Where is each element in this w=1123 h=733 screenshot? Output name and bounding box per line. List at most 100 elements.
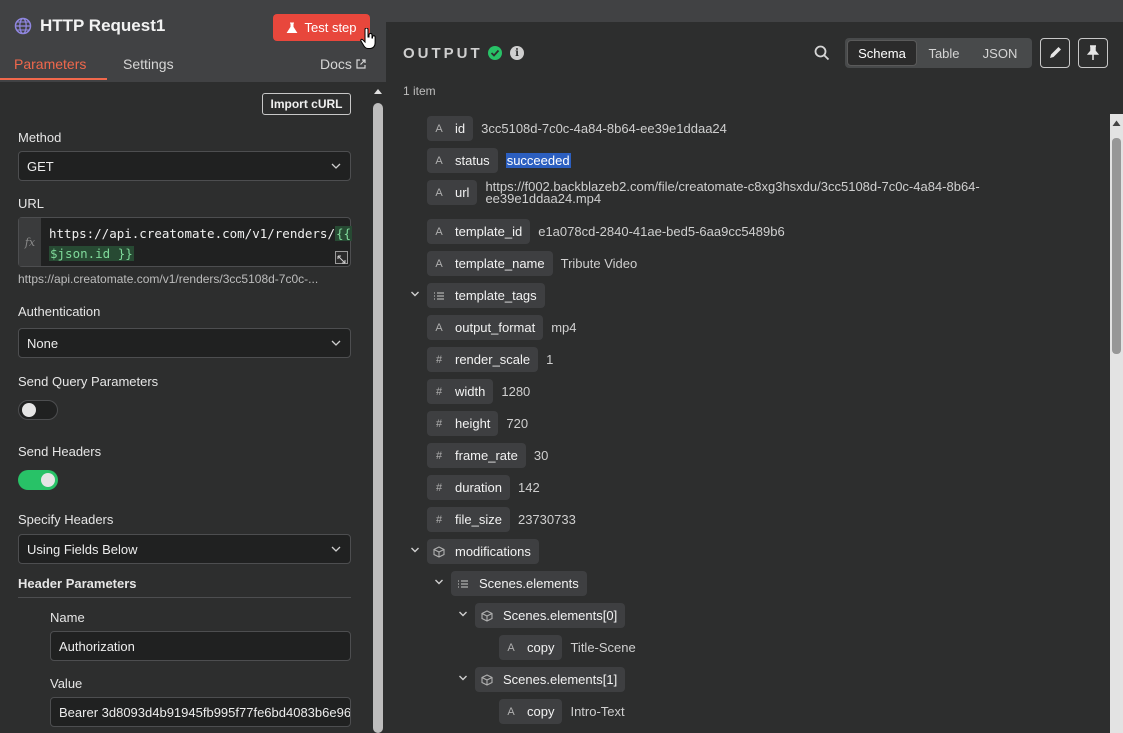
schema-key: height <box>455 416 491 431</box>
schema-key-pill[interactable]: # file_size <box>427 507 510 532</box>
schema-key: width <box>455 384 486 399</box>
url-resolved-preview: https://api.creatomate.com/v1/renders/3c… <box>18 272 319 286</box>
schema-value: 142 <box>517 480 540 495</box>
schema-row: # duration 142 <box>427 475 540 500</box>
schema-key-pill[interactable]: Scenes.elements[0] <box>475 603 626 628</box>
flask-icon <box>287 22 298 33</box>
send-headers-label: Send Headers <box>18 444 102 459</box>
schema-key-pill[interactable]: Scenes.elements[1] <box>475 667 626 692</box>
url-value-line2: ee39e1ddaa24.mp4 <box>485 191 602 206</box>
schema-key-pill[interactable]: # width <box>427 379 494 404</box>
schema-row: # file_size 23730733 <box>427 507 576 532</box>
chevron-down-icon[interactable] <box>458 609 468 619</box>
schema-key-pill[interactable]: Scenes.elements <box>451 571 587 596</box>
tab-settings[interactable]: Settings <box>123 56 174 72</box>
edit-output-button[interactable] <box>1040 38 1070 68</box>
view-table-button[interactable]: Table <box>919 38 969 68</box>
scroll-up-arrow-icon[interactable] <box>373 86 383 96</box>
schema-key-pill[interactable]: Acopy <box>499 699 563 724</box>
expand-editor-icon[interactable] <box>335 251 348 264</box>
schema-row: Atemplate_id e1a078cd-2840-41ae-bed5-6aa… <box>427 219 785 244</box>
tab-parameters[interactable]: Parameters <box>14 56 86 72</box>
schema-key-pill[interactable]: template_tags <box>427 283 545 308</box>
schema-row: template_tags <box>427 283 545 308</box>
schema-row: Aid 3cc5108d-7c0c-4a84-8b64-ee39e1ddaa24 <box>427 116 727 141</box>
url-code: https://api.creatomate.com/v1/renders/{{… <box>49 224 353 264</box>
method-select[interactable]: GET <box>18 151 351 181</box>
schema-row: Astatus succeeded <box>427 148 571 173</box>
schema-key-pill[interactable]: Atemplate_id <box>427 219 531 244</box>
active-tab-underline <box>0 78 107 80</box>
header-parameters-heading: Header Parameters <box>18 576 137 591</box>
schema-key-pill[interactable]: Acopy <box>499 635 563 660</box>
method-label: Method <box>18 130 62 145</box>
header-name-input[interactable]: Authorization <box>50 631 351 661</box>
schema-key-pill[interactable]: Aoutput_format <box>427 315 544 340</box>
url-expression-input[interactable]: fx https://api.creatomate.com/v1/renders… <box>18 217 353 267</box>
docs-link[interactable]: Docs <box>320 56 366 72</box>
string-type-icon: A <box>435 186 443 199</box>
schema-key-pill[interactable]: # frame_rate <box>427 443 526 468</box>
toggle-knob <box>22 403 36 417</box>
pin-output-button[interactable] <box>1078 38 1108 68</box>
success-check-icon <box>488 46 502 60</box>
chevron-down-icon[interactable] <box>434 577 444 587</box>
schema-row: # width 1280 <box>427 379 530 404</box>
send-query-toggle[interactable] <box>18 400 58 420</box>
schema-value: 1280 <box>501 384 531 399</box>
output-scroll-thumb[interactable] <box>1112 138 1121 354</box>
schema-value: Intro-Text <box>570 704 625 719</box>
schema-key-pill[interactable]: modifications <box>427 539 539 564</box>
node-title: HTTP Request1 <box>14 16 165 36</box>
list-type-icon <box>458 579 468 588</box>
app-root: HTTP Request1 Test step Parameters Setti… <box>0 0 1123 733</box>
schema-key: template_tags <box>455 288 537 303</box>
view-json-button[interactable]: JSON <box>971 38 1029 68</box>
schema-key-pill[interactable]: Aurl <box>427 180 478 205</box>
specify-headers-select[interactable]: Using Fields Below <box>18 534 351 564</box>
chevron-down-icon[interactable] <box>410 289 420 299</box>
schema-key-pill[interactable]: Astatus <box>427 148 498 173</box>
schema-key-pill[interactable]: # height <box>427 411 499 436</box>
scroll-up-arrow-icon[interactable] <box>1112 119 1121 127</box>
search-icon[interactable] <box>814 45 830 61</box>
toggle-knob <box>41 473 55 487</box>
authentication-value: None <box>27 335 59 351</box>
view-mode-switcher: Schema Table JSON <box>845 38 1032 68</box>
schema-row: Acopy Intro-Text <box>499 699 625 724</box>
chevron-down-icon <box>331 340 341 346</box>
schema-key: template_name <box>455 256 545 271</box>
url-expression-open: {{ <box>334 226 353 241</box>
docs-label: Docs <box>320 56 352 72</box>
send-headers-toggle[interactable] <box>18 470 58 490</box>
chevron-down-icon[interactable] <box>410 545 420 555</box>
pencil-icon <box>1050 47 1061 58</box>
cube-type-icon <box>481 673 493 686</box>
schema-key: copy <box>527 640 555 655</box>
schema-key-pill[interactable]: # render_scale <box>427 347 539 372</box>
test-step-button[interactable]: Test step <box>273 14 370 41</box>
schema-key-pill[interactable]: Atemplate_name <box>427 251 553 276</box>
string-type-icon: A <box>507 705 515 718</box>
schema-value: 23730733 <box>517 512 576 527</box>
view-schema-button[interactable]: Schema <box>847 40 917 66</box>
output-title: OUTPUT <box>403 45 483 62</box>
fx-indicator: fx <box>19 218 41 266</box>
schema-key-pill[interactable]: Aid <box>427 116 474 141</box>
header-value-label: Value <box>50 676 83 691</box>
parameters-scroll-thumb[interactable] <box>373 103 383 733</box>
authentication-select[interactable]: None <box>18 328 351 358</box>
authentication-label: Authentication <box>18 304 101 319</box>
chevron-down-icon[interactable] <box>458 673 468 683</box>
string-type-icon: A <box>435 321 443 334</box>
schema-key-pill[interactable]: # duration <box>427 475 510 500</box>
schema-key: Scenes.elements <box>479 576 579 591</box>
info-icon[interactable]: i <box>510 46 524 60</box>
hand-cursor-icon <box>360 28 376 49</box>
import-curl-button[interactable]: Import cURL <box>262 93 351 115</box>
schema-key: template_id <box>455 224 523 239</box>
list-type-icon <box>434 291 444 300</box>
schema-key: render_scale <box>455 352 531 367</box>
method-value: GET <box>27 158 54 174</box>
header-value-input[interactable]: Bearer 3d8093d4b91945fb995f77fe6bd4083b6… <box>50 697 351 727</box>
